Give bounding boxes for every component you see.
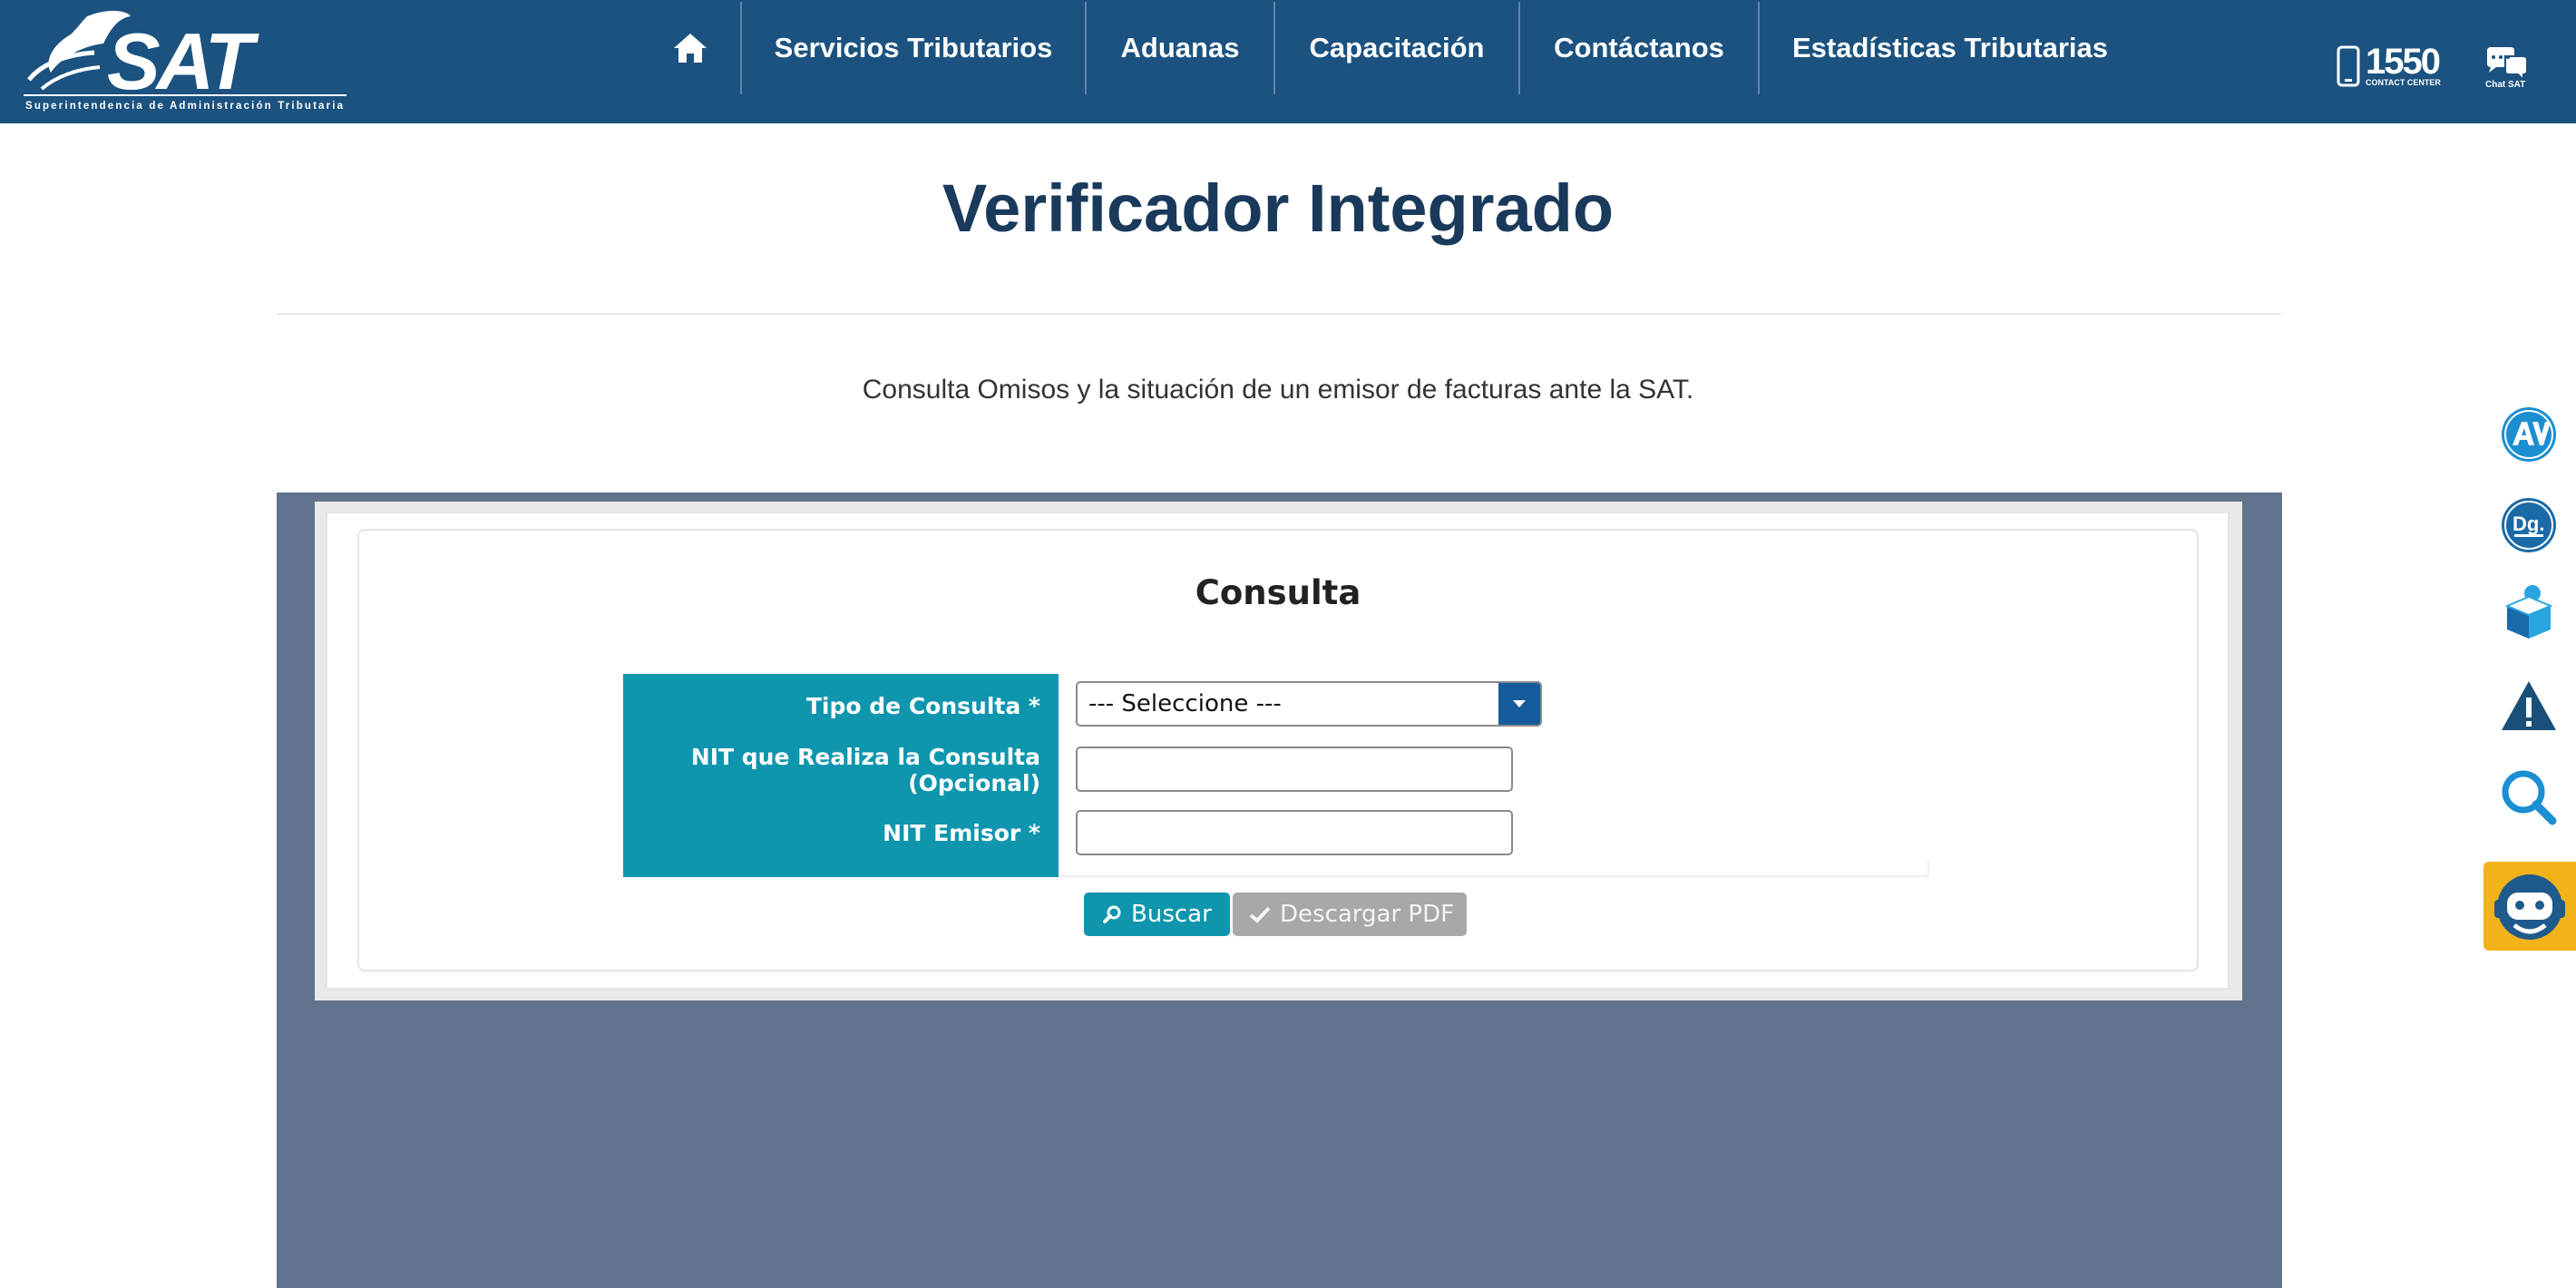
nav-estadisticas-tributarias[interactable]: Estadísticas Tributarias: [1760, 2, 2141, 94]
nav-home[interactable]: [655, 2, 726, 94]
contact-center-number[interactable]: 1550: [2366, 44, 2441, 80]
form-title: Consulta: [1195, 573, 1361, 612]
divider: [277, 313, 2281, 315]
chat-label: Chat SAT: [2485, 80, 2526, 90]
dropdown-button[interactable]: [1498, 683, 1540, 725]
cube-person-icon[interactable]: [2500, 582, 2558, 640]
nit-consulta-label: NIT que Realiza la Consulta: [690, 744, 1040, 770]
caret-down-icon: [1513, 700, 1526, 707]
form-row-divider-end: [1927, 860, 1929, 876]
buscar-button[interactable]: Buscar: [1084, 893, 1230, 936]
chat-icon[interactable]: [2483, 45, 2534, 82]
contact-center-label: CONTACT CENTER: [2366, 78, 2441, 87]
buscar-label: Buscar: [1131, 901, 1212, 928]
chatbot-button[interactable]: [2483, 862, 2576, 951]
checkmark-icon: [1249, 906, 1271, 923]
nit-emisor-label: NIT Emisor *: [883, 820, 1040, 846]
search-icon: [1103, 905, 1121, 923]
chatbot-icon: [2494, 874, 2565, 940]
warning-icon[interactable]: [2500, 678, 2558, 736]
svg-text:SAT: SAT: [107, 16, 259, 106]
nit-emisor-input[interactable]: [1076, 810, 1513, 855]
declaraguate-icon[interactable]: Dg.: [2500, 496, 2558, 554]
descargar-pdf-label: Descargar PDF: [1280, 901, 1455, 928]
tipo-consulta-label: Tipo de Consulta *: [805, 693, 1040, 719]
form-row-divider: [1059, 875, 1929, 877]
nit-consulta-input[interactable]: [1076, 746, 1513, 792]
svg-text:Dg.: Dg.: [2513, 512, 2544, 535]
nav-servicios-tributarios[interactable]: Servicios Tributarios: [742, 2, 1085, 94]
sat-logo[interactable]: SAT Superintendencia de Administración T…: [24, 7, 350, 114]
search-icon[interactable]: [2500, 768, 2558, 826]
nav-aduanas[interactable]: Aduanas: [1087, 2, 1273, 94]
top-navigation-bar: SAT Superintendencia de Administración T…: [0, 0, 2576, 123]
agencia-virtual-icon[interactable]: [2500, 405, 2558, 463]
page-title: Verificador Integrado: [942, 171, 1615, 246]
nav-contactanos[interactable]: Contáctanos: [1520, 2, 1758, 94]
descargar-pdf-button[interactable]: Descargar PDF: [1233, 893, 1467, 936]
phone-icon[interactable]: [2337, 44, 2360, 89]
home-icon: [674, 34, 707, 63]
svg-text:Superintendencia de Administra: Superintendencia de Administración Tribu…: [25, 101, 344, 112]
nit-consulta-label-optional: (Opcional): [908, 770, 1040, 796]
tipo-consulta-select[interactable]: --- Seleccione ---: [1076, 681, 1542, 727]
nav-capacitacion[interactable]: Capacitación: [1275, 2, 1518, 94]
tipo-consulta-selected: --- Seleccione ---: [1088, 690, 1282, 717]
page-subtitle: Consulta Omisos y la situación de un emi…: [862, 375, 1694, 405]
